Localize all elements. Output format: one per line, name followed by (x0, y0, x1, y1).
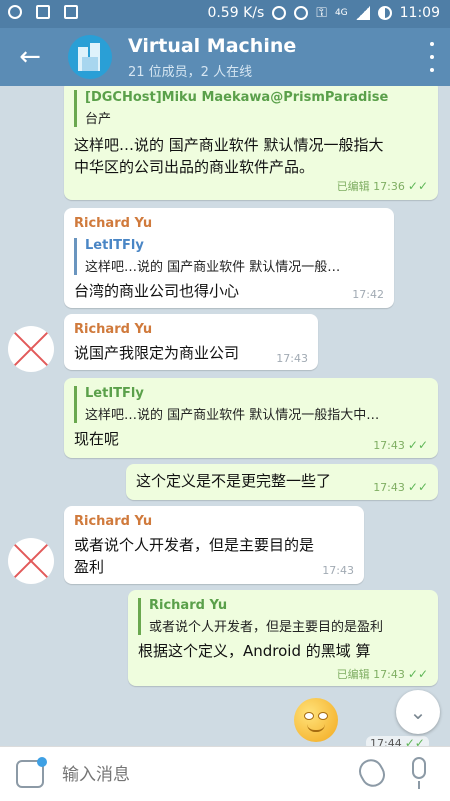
attach-icon[interactable] (354, 754, 390, 792)
quote-text: 台产 (85, 112, 112, 127)
notification-icon (8, 5, 22, 19)
reply-quote[interactable]: LetITFly 这样吧…说的 国产商业软件 默认情况一般… (74, 238, 395, 275)
alarm-icon (294, 6, 309, 20)
message-bubble-in[interactable]: Richard Yu 说国产我限定为商业公司 17:43 (64, 314, 318, 370)
more-options-icon[interactable] (426, 42, 438, 72)
message-meta: 已编辑 17:43 ✓✓ (336, 667, 428, 681)
group-avatar[interactable] (68, 35, 112, 79)
message-text: 根据这个定义，Android 的黑域 算 (138, 642, 371, 660)
message-text: 这样吧…说的 国产商业软件 默认情况一般指大 中华区的公司出品的商业软件产品。 (74, 136, 384, 176)
chat-subtitle: 21 位成员，2 人在线 (128, 65, 253, 80)
message-meta: 17:43 ✓✓ (373, 480, 428, 494)
quote-author: [DGCHost]Miku Maekawa@PrismParadise (85, 90, 389, 105)
message-bubble-out[interactable]: Richard Yu 或者说个人开发者，但是主要目的是盈利 根据这个定义，And… (128, 590, 438, 686)
reply-quote[interactable]: [DGCHost]Miku Maekawa@PrismParadise 台产 (74, 90, 435, 127)
quote-text: 这样吧…说的 国产商业软件 默认情况一般指大中… (85, 408, 380, 423)
quote-author: LetITFly (85, 386, 144, 401)
sticker-message[interactable] (294, 698, 338, 742)
message-time: 17:42 (352, 288, 384, 301)
image-icon (64, 5, 78, 19)
message-author[interactable]: Richard Yu (74, 216, 152, 231)
quote-text: 这样吧…说的 国产商业软件 默认情况一般… (85, 260, 341, 275)
quote-text: 或者说个人开发者，但是主要目的是盈利 (149, 620, 384, 635)
scroll-down-button[interactable]: ⌄ (396, 690, 440, 734)
quote-author: LetITFly (85, 238, 144, 253)
microphone-stand (418, 781, 420, 789)
message-bubble-in[interactable]: Richard Yu LetITFly 这样吧…说的 国产商业软件 默认情况一般… (64, 208, 394, 308)
message-list[interactable]: [DGCHost]Miku Maekawa@PrismParadise 台产 这… (0, 86, 450, 746)
user-avatar[interactable] (8, 326, 54, 372)
double-check-icon: ✓✓ (407, 438, 428, 452)
data-saver-icon (272, 6, 287, 20)
sticker-meta: 17:44 ✓✓ (366, 736, 429, 746)
quote-author: Richard Yu (149, 598, 228, 613)
sim-icon (36, 5, 50, 19)
double-check-icon: ✓✓ (407, 667, 428, 681)
battery-icon (377, 6, 392, 20)
message-bubble-out[interactable]: [DGCHost]Miku Maekawa@PrismParadise 台产 这… (64, 86, 438, 200)
message-meta: 17:43 ✓✓ (373, 438, 428, 452)
message-text: 说国产我限定为商业公司 (74, 344, 240, 362)
message-author[interactable]: Richard Yu (74, 514, 152, 529)
chat-header: ← Virtual Machine 21 位成员，2 人在线 (0, 28, 450, 86)
network-type: 4G (334, 8, 348, 18)
message-input[interactable] (60, 761, 344, 789)
key-icon: ⚿ (316, 5, 327, 21)
message-text: 或者说个人开发者，但是主要目的是 盈利 (74, 536, 315, 576)
chat-title[interactable]: Virtual Machine (128, 35, 296, 57)
message-text: 台湾的商业公司也得小心 (74, 282, 240, 300)
back-arrow-icon[interactable]: ← (14, 41, 46, 73)
message-text: 这个定义是不是更完整一些了 (136, 472, 332, 490)
reply-quote[interactable]: Richard Yu 或者说个人开发者，但是主要目的是盈利 (138, 598, 439, 635)
message-bubble-out[interactable]: 这个定义是不是更完整一些了 17:43 ✓✓ (126, 464, 438, 500)
double-check-icon: ✓✓ (404, 736, 425, 746)
network-speed: 0.59 K/s (207, 5, 265, 21)
message-bubble-out[interactable]: LetITFly 这样吧…说的 国产商业软件 默认情况一般指大中… 现在呢 17… (64, 378, 438, 458)
message-author[interactable]: Richard Yu (74, 322, 152, 337)
signal-icon (355, 6, 370, 20)
message-time: 17:43 (322, 564, 354, 577)
message-time: 17:43 (276, 352, 308, 365)
status-bar: 0.59 K/s ⚿ 4G 11:09 (0, 0, 450, 28)
message-bubble-in[interactable]: Richard Yu 或者说个人开发者，但是主要目的是 盈利 17:43 (64, 506, 364, 584)
message-text: 现在呢 (74, 430, 120, 448)
message-meta: 已编辑 17:36 ✓✓ (336, 179, 428, 193)
microphone-icon[interactable] (412, 757, 426, 779)
double-check-icon: ✓✓ (407, 480, 428, 494)
double-check-icon: ✓✓ (407, 179, 428, 193)
clock: 11:09 (399, 5, 440, 21)
sticker-emoji-icon[interactable] (16, 757, 47, 788)
user-avatar[interactable] (8, 538, 54, 584)
reply-quote[interactable]: LetITFly 这样吧…说的 国产商业软件 默认情况一般指大中… (74, 386, 440, 423)
message-input-bar (0, 746, 450, 801)
